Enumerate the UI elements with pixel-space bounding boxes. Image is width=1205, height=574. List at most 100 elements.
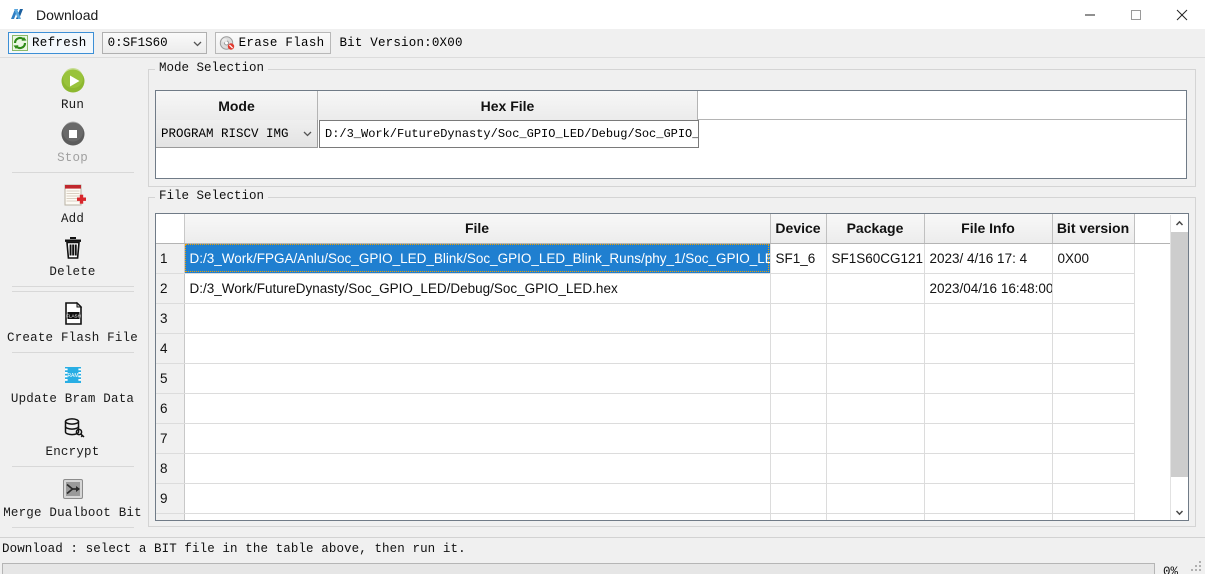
mode-select-value: PROGRAM RISCV IMG	[161, 126, 289, 141]
hex-file-select[interactable]: D:/3_Work/FutureDynasty/Soc_GPIO_LED/Deb…	[319, 120, 699, 148]
cell-file[interactable]	[184, 513, 771, 520]
cell-device[interactable]	[770, 483, 827, 514]
cell-bit-version[interactable]	[1052, 393, 1135, 424]
erase-flash-button[interactable]: Erase Flash	[214, 32, 332, 54]
window-controls	[1067, 0, 1205, 29]
file-table-header-row: File Device Package File Info Bit versio…	[156, 214, 1172, 244]
cell-bit-version[interactable]	[1052, 483, 1135, 514]
cell-file-info[interactable]	[924, 483, 1053, 514]
cell-file[interactable]	[184, 333, 771, 364]
sidebar-item-add[interactable]: Add	[0, 173, 145, 226]
cell-file[interactable]	[184, 303, 771, 334]
cell-bit-version[interactable]	[1052, 513, 1135, 520]
column-header-file[interactable]: File	[184, 214, 771, 244]
table-row[interactable]: 3	[156, 303, 1172, 334]
cell-file[interactable]: D:/3_Work/FPGA/Anlu/Soc_GPIO_LED_Blink/S…	[184, 243, 771, 274]
maximize-button[interactable]	[1113, 0, 1159, 29]
column-header-bit-version[interactable]: Bit version	[1052, 214, 1135, 244]
device-select[interactable]: 0:SF1S60	[101, 32, 207, 54]
scroll-up-arrow-icon[interactable]	[1171, 215, 1188, 232]
sidebar-item-merge-dualboot-bit-label: Merge Dualboot Bit	[3, 506, 142, 520]
row-number: 8	[156, 453, 185, 484]
bram-chip-icon: RAM	[58, 360, 88, 390]
sidebar-item-stop[interactable]: Stop	[0, 112, 145, 165]
cell-bit-version[interactable]: 0X00	[1052, 243, 1135, 274]
table-row[interactable]: 8	[156, 453, 1172, 484]
scroll-down-arrow-icon[interactable]	[1171, 504, 1188, 520]
table-row[interactable]	[156, 513, 1172, 520]
table-row[interactable]: 9	[156, 483, 1172, 514]
close-button[interactable]	[1159, 0, 1205, 29]
file-table-corner[interactable]	[156, 214, 185, 244]
sidebar-item-update-bram-data[interactable]: RAM Update Bram Data	[0, 353, 145, 406]
cell-bit-version[interactable]	[1052, 303, 1135, 334]
cell-package[interactable]	[826, 513, 925, 520]
minimize-button[interactable]	[1067, 0, 1113, 29]
cell-file-info[interactable]: 2023/04/16 16:48:00	[924, 273, 1053, 304]
cell-device[interactable]	[770, 453, 827, 484]
column-header-file-info[interactable]: File Info	[924, 214, 1053, 244]
cell-filler	[1134, 453, 1172, 483]
cell-package[interactable]	[826, 483, 925, 514]
cell-device[interactable]	[770, 303, 827, 334]
cell-file[interactable]	[184, 393, 771, 424]
refresh-button[interactable]: Refresh	[8, 32, 94, 54]
column-header-device[interactable]: Device	[770, 214, 827, 244]
cell-device[interactable]	[770, 273, 827, 304]
file-table-scrollbar[interactable]	[1170, 215, 1188, 520]
cell-package[interactable]	[826, 453, 925, 484]
cell-device[interactable]	[770, 393, 827, 424]
cell-bit-version[interactable]	[1052, 363, 1135, 394]
cell-package[interactable]: SF1S60CG121I	[826, 243, 925, 274]
table-row[interactable]: 4	[156, 333, 1172, 364]
cell-package[interactable]	[826, 333, 925, 364]
cell-device[interactable]	[770, 363, 827, 394]
table-row[interactable]: 5	[156, 363, 1172, 394]
cell-device[interactable]	[770, 423, 827, 454]
cell-file[interactable]	[184, 453, 771, 484]
mode-select[interactable]: PROGRAM RISCV IMG	[156, 120, 318, 148]
cell-package[interactable]	[826, 273, 925, 304]
sidebar-item-encrypt[interactable]: Encrypt	[0, 406, 145, 459]
sidebar-item-create-flash-file[interactable]: FLASH Create Flash File	[0, 292, 145, 345]
cell-bit-version[interactable]	[1052, 273, 1135, 304]
cell-file-info[interactable]	[924, 423, 1053, 454]
scrollbar-thumb[interactable]	[1171, 232, 1188, 477]
column-header-package[interactable]: Package	[826, 214, 925, 244]
sidebar-item-delete[interactable]: Delete	[0, 226, 145, 279]
cell-file-info[interactable]	[924, 453, 1053, 484]
cell-file[interactable]: D:/3_Work/FutureDynasty/Soc_GPIO_LED/Deb…	[184, 273, 771, 304]
file-table-body: 1 D:/3_Work/FPGA/Anlu/Soc_GPIO_LED_Blink…	[156, 243, 1172, 520]
cell-bit-version[interactable]	[1052, 453, 1135, 484]
cell-file-info[interactable]: 2023/ 4/16 17: 4	[924, 243, 1053, 274]
cell-file[interactable]	[184, 483, 771, 514]
resize-grip[interactable]	[1191, 560, 1203, 572]
cell-package[interactable]	[826, 393, 925, 424]
table-row[interactable]: 7	[156, 423, 1172, 454]
cell-file-info[interactable]	[924, 303, 1053, 334]
cell-device[interactable]: SF1_6	[770, 243, 827, 274]
cell-file-info[interactable]	[924, 513, 1053, 520]
cell-package[interactable]	[826, 303, 925, 334]
cell-device[interactable]	[770, 333, 827, 364]
add-file-icon	[58, 180, 88, 210]
cell-file-info[interactable]	[924, 333, 1053, 364]
sidebar-item-merge-dualboot-bit[interactable]: Merge Dualboot Bit	[0, 467, 145, 520]
cell-bit-version[interactable]	[1052, 333, 1135, 364]
sidebar-item-stop-label: Stop	[57, 151, 88, 165]
table-row[interactable]: 2 D:/3_Work/FutureDynasty/Soc_GPIO_LED/D…	[156, 273, 1172, 304]
sidebar-item-run[interactable]: Run	[0, 59, 145, 112]
row-number: 1	[156, 243, 185, 274]
cell-package[interactable]	[826, 423, 925, 454]
cell-device[interactable]	[770, 513, 827, 520]
cell-file[interactable]	[184, 423, 771, 454]
row-number: 9	[156, 483, 185, 514]
cell-file[interactable]	[184, 363, 771, 394]
row-number: 2	[156, 273, 185, 304]
cell-file-info[interactable]	[924, 363, 1053, 394]
table-row[interactable]: 1 D:/3_Work/FPGA/Anlu/Soc_GPIO_LED_Blink…	[156, 243, 1172, 274]
table-row[interactable]: 6	[156, 393, 1172, 424]
cell-file-info[interactable]	[924, 393, 1053, 424]
cell-bit-version[interactable]	[1052, 423, 1135, 454]
cell-package[interactable]	[826, 363, 925, 394]
